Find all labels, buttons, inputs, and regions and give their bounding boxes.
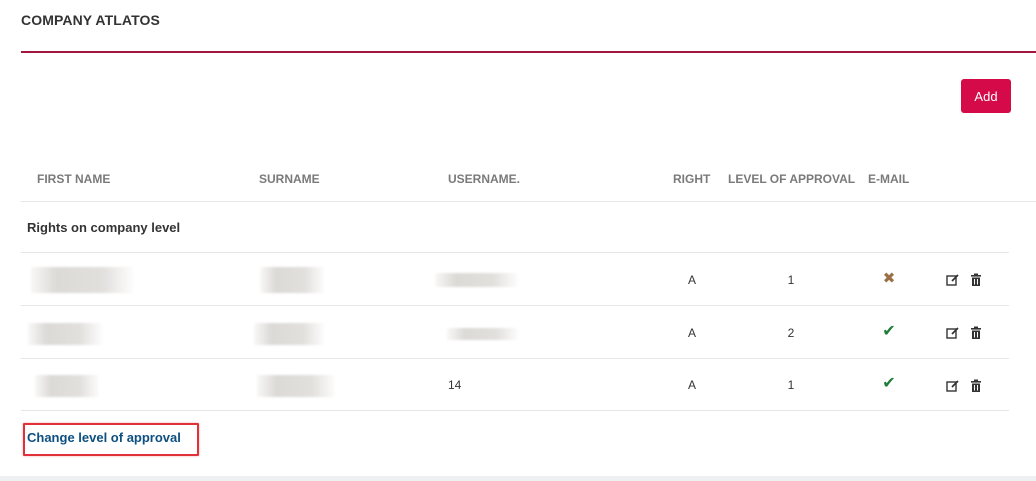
surname-cell-redacted xyxy=(260,267,324,293)
column-header-first-name[interactable]: FIRST NAME xyxy=(37,172,110,186)
right-cell: A xyxy=(687,378,696,392)
group-label: Rights on company level xyxy=(27,220,181,235)
trash-icon[interactable] xyxy=(969,273,983,287)
surname-cell-redacted xyxy=(254,323,324,345)
check-icon: ✔ xyxy=(882,323,896,340)
column-header-right[interactable]: RIGHT xyxy=(673,172,710,186)
bottom-scroll-bar xyxy=(0,476,1036,481)
right-cell: A xyxy=(687,326,696,340)
highlight-box xyxy=(23,423,199,456)
username-cell-redacted xyxy=(447,328,518,340)
first-name-cell-redacted xyxy=(35,375,99,397)
column-header-username[interactable]: USERNAME. xyxy=(448,172,520,186)
edit-icon[interactable] xyxy=(946,379,960,393)
row-divider xyxy=(21,305,1009,306)
right-cell: A xyxy=(687,273,696,287)
row-divider xyxy=(21,410,1009,411)
page: COMPANY ATLATOS Add FIRST NAME SURNAME U… xyxy=(0,0,1036,481)
header-divider xyxy=(21,201,1036,202)
add-button[interactable]: Add xyxy=(961,79,1011,113)
edit-icon[interactable] xyxy=(946,273,960,287)
row-divider xyxy=(21,358,1009,359)
row-divider xyxy=(21,252,1009,253)
company-title: COMPANY ATLATOS xyxy=(21,12,160,28)
username-cell: 14 xyxy=(448,378,462,392)
column-header-level-of-approval[interactable]: LEVEL OF APPROVAL xyxy=(728,172,855,186)
trash-icon[interactable] xyxy=(969,379,983,393)
first-name-cell-redacted xyxy=(31,267,133,293)
check-icon: ✔ xyxy=(882,375,896,392)
title-divider xyxy=(21,51,1036,53)
level-cell: 2 xyxy=(787,326,795,340)
level-cell: 1 xyxy=(787,273,795,287)
username-cell-redacted xyxy=(435,273,518,287)
column-header-email[interactable]: E-MAIL xyxy=(868,172,909,186)
edit-icon[interactable] xyxy=(946,326,960,340)
cross-icon: ✖ xyxy=(882,270,896,287)
trash-icon[interactable] xyxy=(969,326,983,340)
surname-cell-redacted xyxy=(257,375,335,397)
first-name-cell-redacted xyxy=(28,323,102,345)
level-cell: 1 xyxy=(787,378,795,392)
column-header-surname[interactable]: SURNAME xyxy=(259,172,320,186)
